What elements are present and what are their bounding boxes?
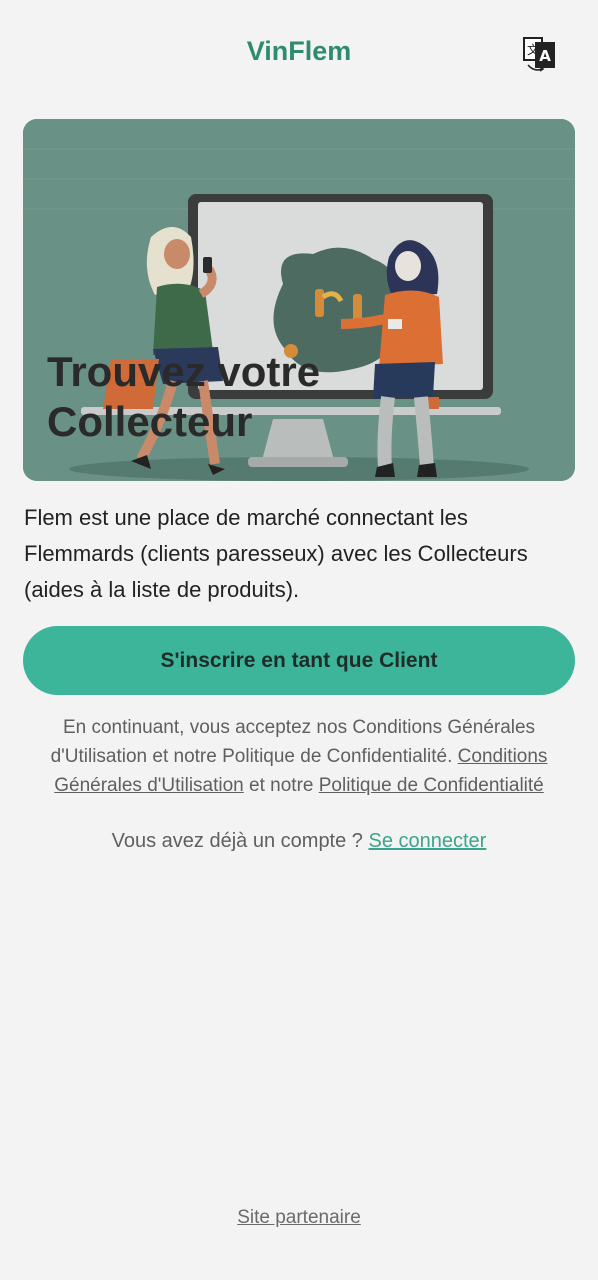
svg-text:A: A <box>539 47 551 65</box>
signup-client-button[interactable]: S'inscrire en tant que Client <box>23 626 575 695</box>
signup-screen: VinFlem 文 A Trouvez votre Collecteur Fle… <box>0 0 598 1280</box>
footer: Site partenaire <box>0 1207 598 1229</box>
translate-icon[interactable]: 文 A <box>520 34 558 74</box>
privacy-link[interactable]: Politique de Confidentialité <box>319 775 544 796</box>
partner-site-link[interactable]: Site partenaire <box>237 1207 361 1228</box>
login-prompt-text: Vous avez déjà un compte ? <box>111 830 363 852</box>
app-header: VinFlem 文 A <box>0 0 598 108</box>
hero-title-line1: Trouvez votre <box>47 348 321 395</box>
terms-middle-text: et notre <box>249 775 314 796</box>
app-title: VinFlem <box>246 36 352 66</box>
terms-notice: En continuant, vous acceptez nos Conditi… <box>24 713 574 800</box>
hero-title-line2: Collecteur <box>47 398 253 445</box>
hero-banner: Trouvez votre Collecteur <box>23 119 575 481</box>
app-description: Flem est une place de marché connectant … <box>24 505 528 602</box>
login-link[interactable]: Se connecter <box>368 830 486 852</box>
login-prompt: Vous avez déjà un compte ? Se connecter <box>0 830 598 853</box>
hero-title: Trouvez votre Collecteur <box>47 347 407 447</box>
